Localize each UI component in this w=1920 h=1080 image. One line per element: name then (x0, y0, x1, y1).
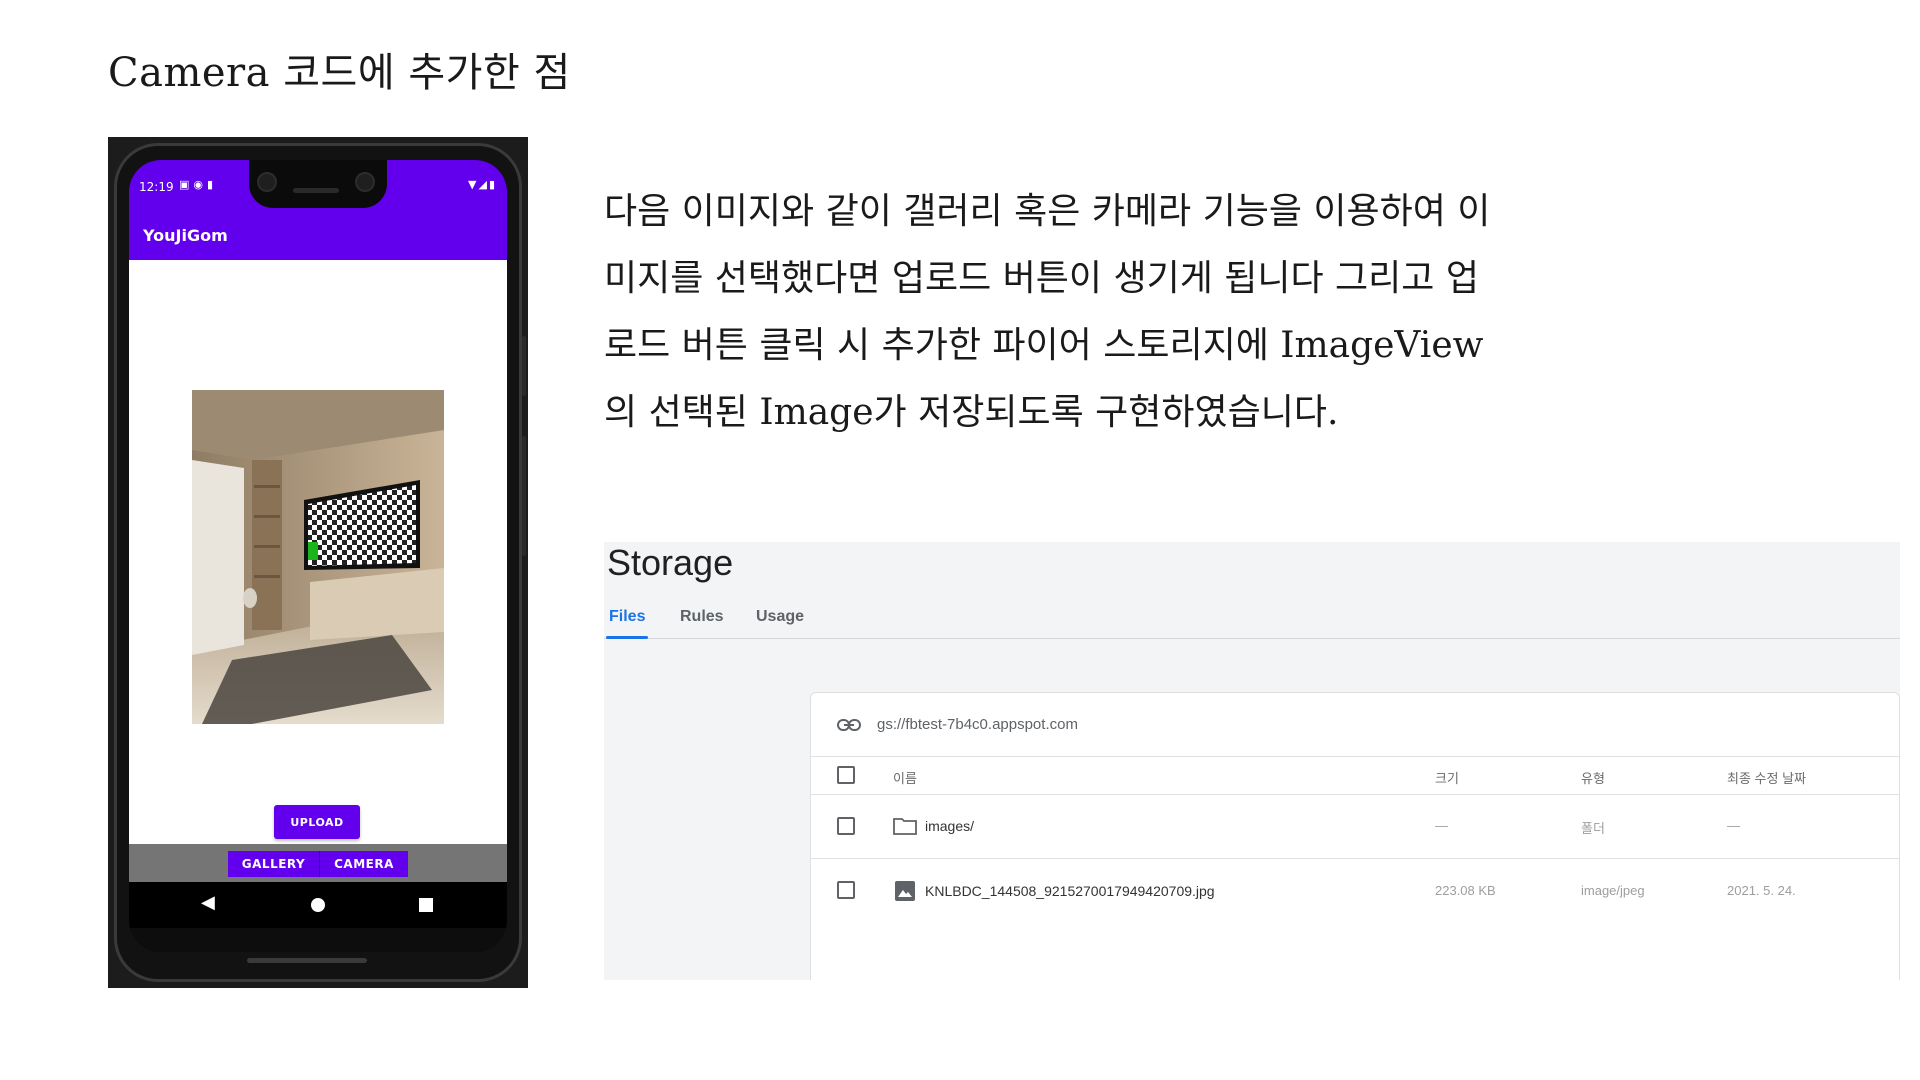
room-photo (192, 390, 444, 724)
column-header-size[interactable]: 크기 (1435, 768, 1459, 787)
android-nav-bar: ◀ (129, 882, 507, 928)
description-line: 미지를 선택했다면 업로드 버튼이 생기게 됩니다 그리고 업 (604, 258, 1479, 299)
file-modified: — (1727, 818, 1740, 833)
description-line: 의 선택된 Image가 저장되도록 구현하였습니다. (604, 392, 1339, 433)
camera-button[interactable]: CAMERA (320, 851, 408, 877)
file-modified: 2021. 5. 24. (1727, 883, 1796, 898)
select-all-checkbox[interactable] (837, 766, 855, 784)
tab-rules[interactable]: Rules (680, 608, 724, 626)
storage-title: Storage (607, 542, 734, 583)
folder-icon (893, 818, 917, 835)
file-size: 223.08 KB (1435, 883, 1496, 898)
app-title: YouJiGom (143, 226, 228, 245)
front-camera-icon (355, 172, 375, 192)
battery-icon: ▮ (488, 178, 497, 191)
phone-power-button (522, 336, 526, 396)
tab-files[interactable]: Files (609, 608, 645, 626)
home-icon[interactable] (311, 898, 325, 912)
description-paragraph: 다음 이미지와 같이 갤러리 혹은 카메라 기능을 이용하여 이 미지를 선택했… (604, 178, 1604, 446)
phone-body: 12:19 ▣◉▮ ▼◢▮ YouJiGom UPLOAD GALLERY CA… (114, 143, 526, 982)
image-icon-glyph (898, 890, 912, 897)
file-type: image/jpeg (1581, 883, 1645, 898)
app-content: UPLOAD (129, 260, 507, 844)
upload-button[interactable]: UPLOAD (274, 805, 360, 839)
file-name[interactable]: images/ (925, 818, 974, 834)
image-icon (895, 881, 915, 901)
description-line: 로드 버튼 클릭 시 추가한 파이어 스토리지에 ImageView (604, 325, 1484, 366)
files-card: gs://fbtest-7b4c0.appspot.com 이름 크기 유형 최… (810, 692, 1900, 980)
slide-title: Camera 코드에 추가한 점 (108, 50, 571, 96)
wifi-icon: ▼ (468, 178, 479, 191)
table-row[interactable]: KNLBDC_144508_9215270017949420709.jpg 22… (811, 859, 1900, 923)
recents-icon[interactable] (419, 898, 433, 912)
phone-screen: 12:19 ▣◉▮ ▼◢▮ YouJiGom UPLOAD GALLERY CA… (129, 160, 507, 952)
column-header-name[interactable]: 이름 (893, 768, 917, 787)
link-icon[interactable] (837, 715, 861, 735)
bucket-row: gs://fbtest-7b4c0.appspot.com (811, 693, 1900, 757)
phone-screenshot: 12:19 ▣◉▮ ▼◢▮ YouJiGom UPLOAD GALLERY CA… (108, 137, 528, 988)
home-indicator (247, 958, 367, 963)
bucket-url[interactable]: gs://fbtest-7b4c0.appspot.com (877, 716, 1078, 733)
phone-volume-button (522, 436, 526, 556)
row-checkbox[interactable] (837, 881, 855, 899)
sim-icon: ▣ (179, 178, 194, 191)
firebase-storage-screenshot: Storage Files Rules Usage gs://fbtest-7b… (604, 542, 1900, 980)
phone-chin (129, 928, 507, 952)
column-header-modified[interactable]: 최종 수정 날짜 (1727, 768, 1806, 787)
table-header: 이름 크기 유형 최종 수정 날짜 (811, 757, 1900, 795)
file-type: 폴더 (1581, 821, 1605, 836)
file-name[interactable]: KNLBDC_144508_9215270017949420709.jpg (925, 883, 1215, 899)
column-header-type[interactable]: 유형 (1581, 768, 1605, 787)
app-bar: YouJiGom (129, 210, 507, 260)
selected-image-view (192, 390, 444, 724)
table-row[interactable]: images/ — 폴더 — (811, 795, 1900, 859)
description-line: 다음 이미지와 같이 갤러리 혹은 카메라 기능을 이용하여 이 (604, 191, 1491, 232)
tab-usage[interactable]: Usage (756, 608, 804, 626)
status-icons-right: ▼◢▮ (468, 178, 497, 191)
file-size: — (1435, 818, 1448, 833)
active-tab-indicator (606, 636, 648, 639)
signal-icon: ◢ (478, 178, 489, 191)
back-icon[interactable]: ◀ (201, 892, 215, 913)
row-checkbox[interactable] (837, 817, 855, 835)
speaker-grille (293, 188, 339, 193)
sd-card-icon: ▮ (207, 178, 218, 191)
gallery-button[interactable]: GALLERY (228, 851, 320, 877)
camera-notch (249, 160, 387, 208)
status-icons-left: ▣◉▮ (179, 178, 217, 191)
chrome-icon: ◉ (193, 178, 208, 191)
front-camera-icon (257, 172, 277, 192)
bottom-button-bar: GALLERY CAMERA (129, 844, 507, 882)
status-time: 12:19 (139, 180, 174, 194)
storage-tabs: Files Rules Usage (604, 605, 1900, 639)
